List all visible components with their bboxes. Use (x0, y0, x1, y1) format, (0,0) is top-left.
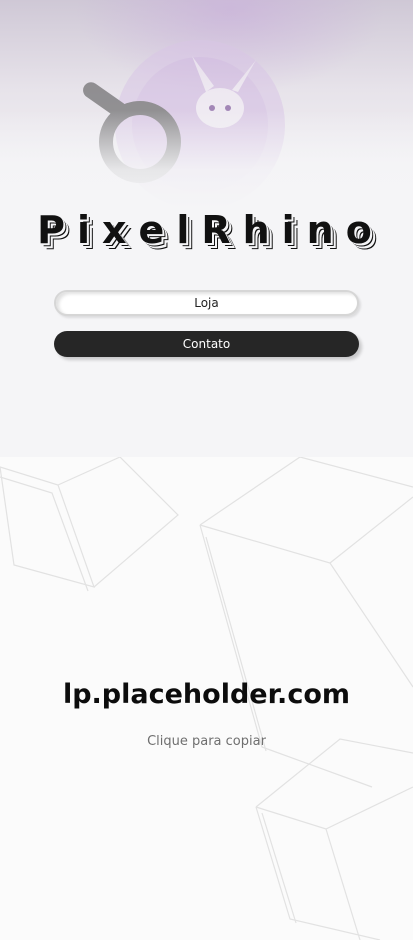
hero-section: PixelRhino Loja Contato (0, 0, 413, 457)
contato-button[interactable]: Contato (54, 331, 359, 357)
domain-address[interactable]: lp.placeholder.com (0, 679, 413, 710)
copy-hint: Clique para copiar (147, 734, 266, 749)
loja-button[interactable]: Loja (54, 290, 359, 316)
hero-fade-overlay (0, 110, 413, 210)
domain-section: lp.placeholder.com Clique para copiar (0, 457, 413, 940)
brand-title: PixelRhino (37, 208, 384, 252)
